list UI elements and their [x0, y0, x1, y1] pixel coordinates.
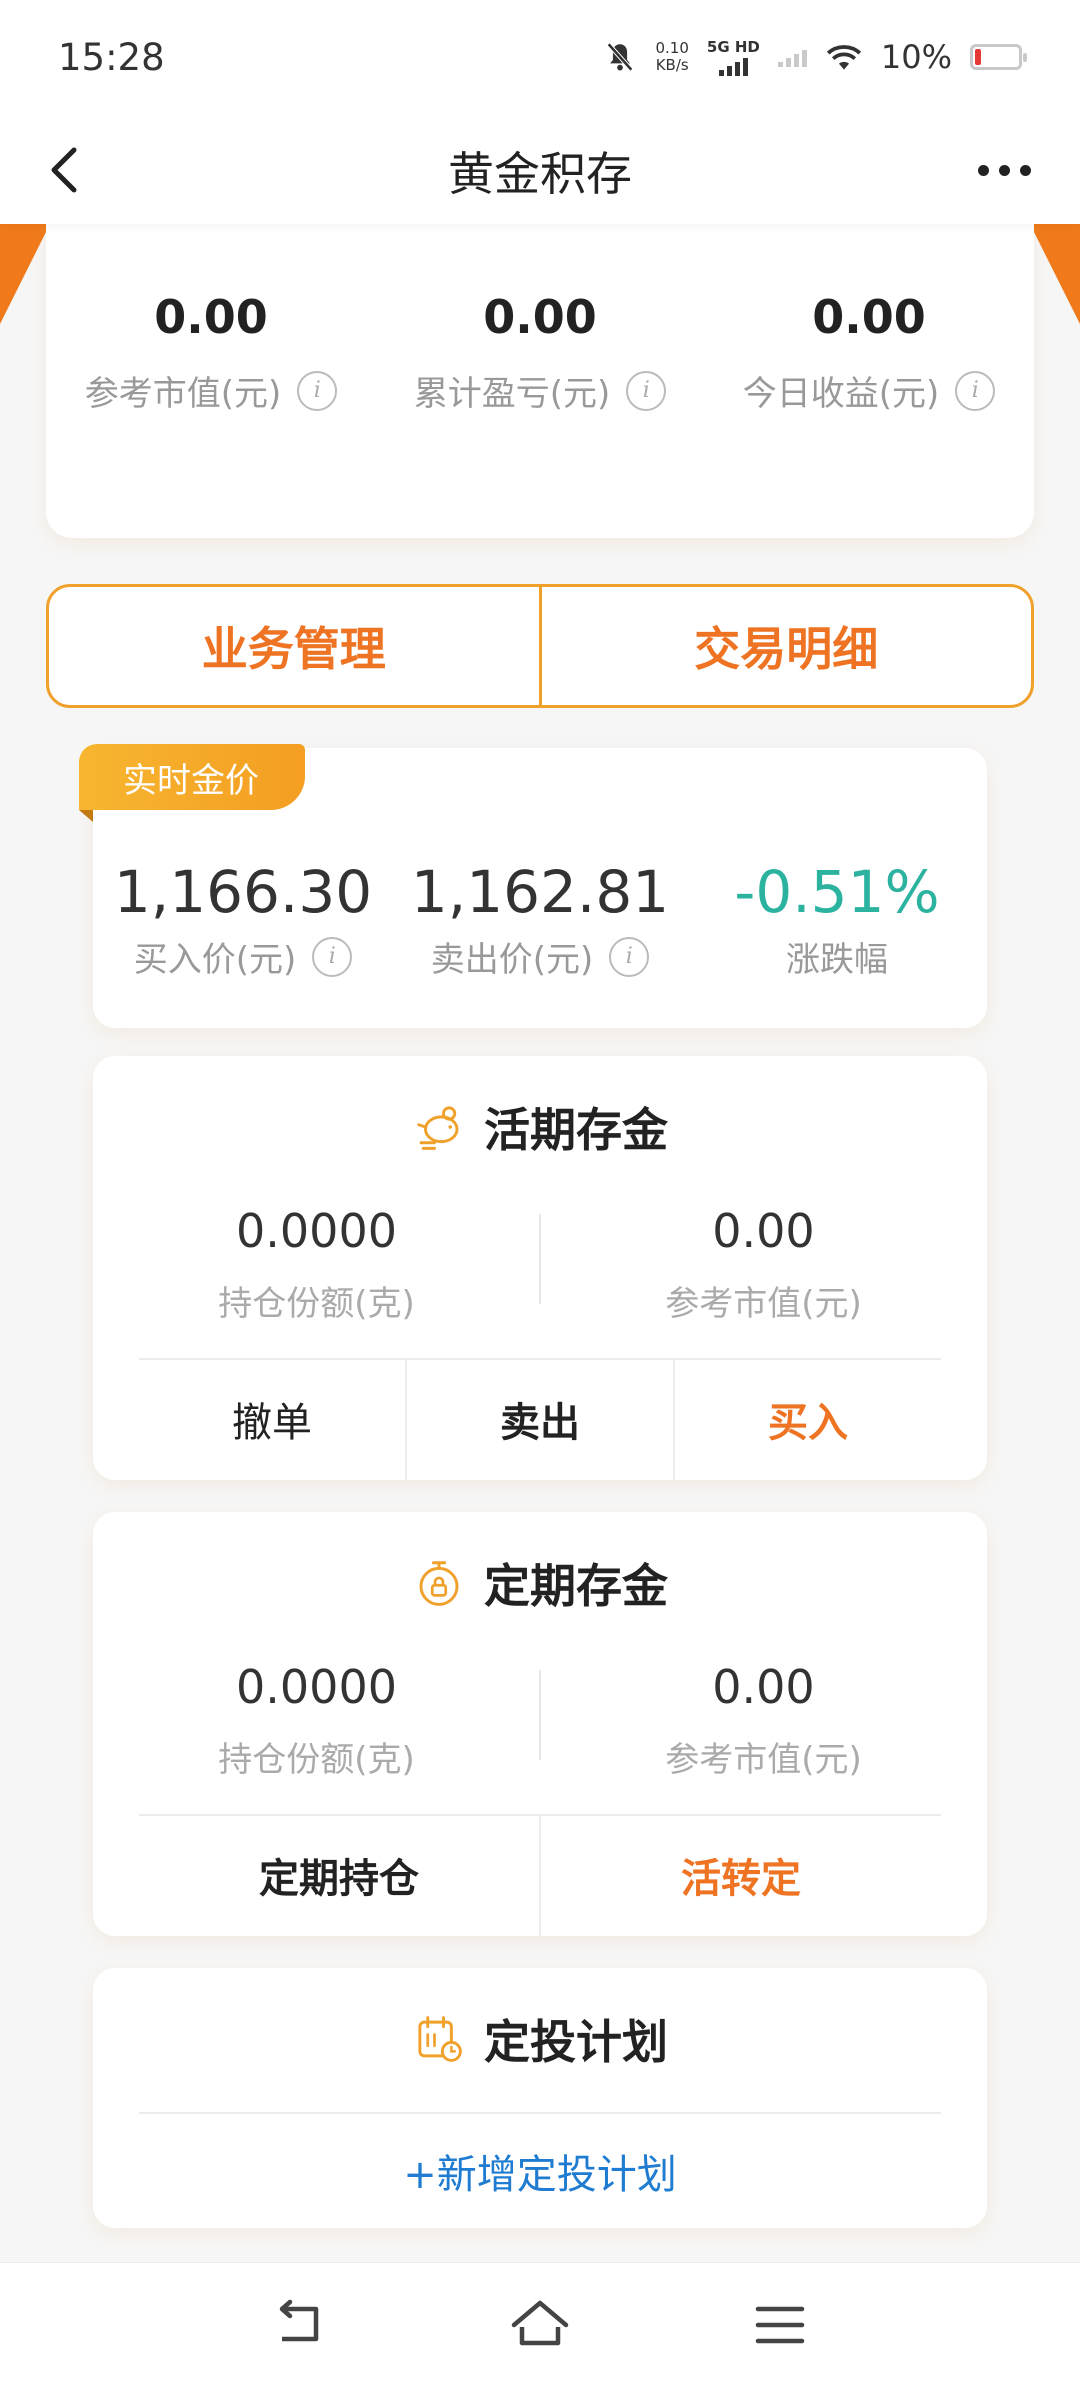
system-home-button[interactable] — [508, 2293, 572, 2357]
realtime-price-card: 实时金价 1,166.30 买入价(元) i 1,162.81 卖出价(元) i -… — [79, 744, 987, 1028]
current-gold-card: 活期存金 0.0000 持仓份额(克) 0.00 参考市值(元) 撤单 卖出 买… — [93, 1056, 987, 1480]
investment-plan-title: 定投计划 — [93, 2006, 987, 2072]
fixed-positions-button[interactable]: 定期持仓 — [139, 1814, 539, 1936]
home-icon — [511, 2300, 569, 2346]
return-arrow-icon — [279, 2299, 319, 2342]
battery-icon — [970, 44, 1027, 70]
calendar-clock-icon — [418, 2016, 462, 2062]
menu-lines-icon — [755, 2306, 805, 2344]
cancel-order-button[interactable]: 撤单 — [139, 1358, 405, 1480]
buy-button[interactable]: 买入 — [675, 1358, 941, 1480]
info-icon[interactable]: i — [955, 370, 996, 411]
system-nav-bar — [0, 2262, 1080, 2388]
info-icon[interactable]: i — [626, 370, 667, 411]
business-management-button[interactable]: 业务管理 — [49, 587, 539, 705]
status-time: 15:28 — [58, 36, 165, 79]
management-tabs: 业务管理 交易明细 — [46, 584, 1034, 708]
transaction-details-button[interactable]: 交易明细 — [542, 587, 1032, 705]
fixed-gold-card: 定期存金 0.0000 持仓份额(克) 0.00 参考市值(元) 定期持仓 活转… — [93, 1512, 987, 1936]
sell-price: 1,162.81 卖出价(元) i — [410, 858, 670, 980]
summary-today-income: 0.00 今日收益(元) i — [704, 290, 1034, 415]
sell-button[interactable]: 卖出 — [407, 1358, 673, 1480]
page-title: 黄金积存 — [448, 147, 632, 201]
wifi-icon — [826, 45, 861, 70]
fixed-actions: 定期持仓 活转定 — [139, 1814, 941, 1936]
info-icon[interactable]: i — [297, 370, 338, 411]
current-holding-amount: 0.0000 持仓份额(克) — [218, 1204, 415, 1324]
fixed-holding-amount: 0.0000 持仓份额(克) — [218, 1660, 415, 1780]
info-icon[interactable]: i — [312, 936, 353, 977]
mute-bell-icon — [607, 42, 634, 72]
piggy-bank-icon — [417, 1106, 459, 1150]
fixed-gold-title: 定期存金 — [93, 1550, 987, 1616]
summary-total-profit: 0.00 累计盈亏(元) i — [375, 290, 705, 415]
current-market-value: 0.00 参考市值(元) — [665, 1204, 862, 1324]
signal-5g-icon: 5G HD — [706, 37, 760, 76]
status-icons: 0.10 KB/s 5G HD 10% — [603, 34, 1027, 80]
more-button[interactable] — [964, 142, 1044, 198]
fixed-market-value: 0.00 参考市值(元) — [665, 1660, 862, 1780]
net-speed: 0.10 KB/s — [655, 39, 689, 74]
header-decoration-right — [1030, 224, 1080, 324]
realtime-price-tag: 实时金价 — [79, 744, 305, 822]
timer-lock-icon — [419, 1561, 459, 1606]
signal-sim2-icon — [777, 47, 807, 67]
info-icon[interactable]: i — [609, 936, 650, 977]
nav-bar: 黄金积存 — [0, 116, 1080, 224]
system-back-button[interactable] — [268, 2293, 332, 2357]
network-type: 5G HD — [706, 37, 760, 56]
system-menu-button[interactable] — [748, 2293, 812, 2357]
current-actions: 撤单 卖出 买入 — [139, 1358, 941, 1480]
investment-plan-card: 定投计划 +新增定投计划 — [93, 1968, 987, 2228]
more-dots-icon — [977, 164, 989, 176]
convert-to-fixed-button[interactable]: 活转定 — [541, 1814, 941, 1936]
price-change: -0.51% 涨跌幅 — [734, 858, 940, 980]
header-decoration-left — [0, 224, 50, 324]
status-bar: 15:28 0.10 KB/s 5G HD 10% — [0, 0, 1080, 116]
asset-summary-card: 0.00 参考市值(元) i 0.00 累计盈亏(元) i 0.00 今日收益(元)… — [46, 210, 1034, 538]
add-investment-plan-link[interactable]: +新增定投计划 — [93, 2142, 987, 2200]
buy-price: 1,166.30 买入价(元) i — [113, 858, 373, 980]
battery-percent: 10% — [880, 38, 952, 76]
summary-market-value: 0.00 参考市值(元) i — [46, 290, 376, 415]
current-gold-title: 活期存金 — [93, 1094, 987, 1160]
